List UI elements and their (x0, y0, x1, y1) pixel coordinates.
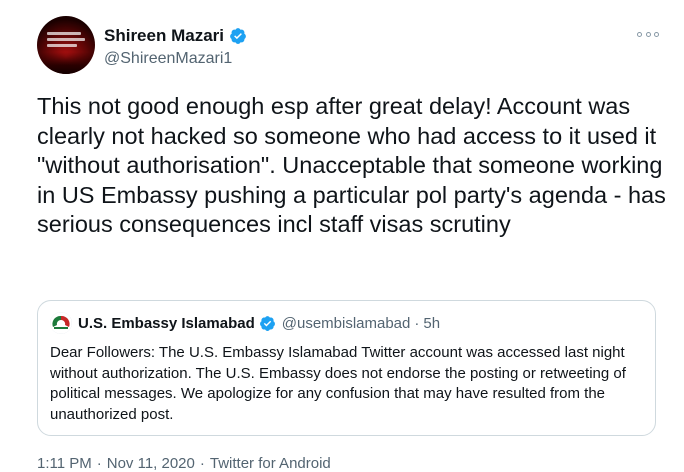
verified-badge-icon (230, 28, 246, 44)
dot (645, 31, 651, 37)
avatar-crowd (37, 52, 95, 74)
quoted-tweet-header: U.S. Embassy Islamabad @usembislamabad ·… (50, 312, 440, 334)
tweet: Shireen Mazari @ShireenMazari1 This not … (0, 0, 684, 472)
quoted-handle[interactable]: @usembislamabad (282, 315, 411, 332)
quoted-display-name[interactable]: U.S. Embassy Islamabad (78, 315, 255, 332)
more-options-icon[interactable] (637, 26, 659, 42)
tweet-metadata: 1:11 PM · Nov 11, 2020 · Twitter for Android (37, 455, 331, 472)
quoted-tweet[interactable]: U.S. Embassy Islamabad @usembislamabad ·… (37, 300, 656, 436)
avatar-text-line (47, 44, 77, 47)
separator-dot: · (414, 314, 420, 332)
verified-badge-icon (259, 315, 275, 331)
separator-dot: · (199, 455, 205, 472)
dot (637, 31, 642, 37)
separator-dot: · (96, 455, 102, 472)
dot (654, 31, 659, 37)
avatar-text-line (47, 38, 85, 41)
author-handle[interactable]: @ShireenMazari1 (104, 50, 232, 68)
us-embassy-logo-icon (50, 312, 72, 334)
quoted-tweet-text: Dear Followers: The U.S. Embassy Islamab… (50, 344, 626, 423)
author-display-name[interactable]: Shireen Mazari (104, 26, 224, 46)
tweet-text: This not good enough esp after great del… (37, 93, 666, 237)
avatar-text-line (47, 32, 81, 35)
tweet-time[interactable]: 1:11 PM (37, 455, 92, 472)
tweet-date[interactable]: Nov 11, 2020 (107, 455, 195, 472)
quoted-timestamp[interactable]: 5h (423, 315, 440, 332)
tweet-source[interactable]: Twitter for Android (210, 455, 331, 472)
author-name-row[interactable]: Shireen Mazari (104, 26, 247, 46)
author-avatar[interactable] (37, 16, 95, 74)
